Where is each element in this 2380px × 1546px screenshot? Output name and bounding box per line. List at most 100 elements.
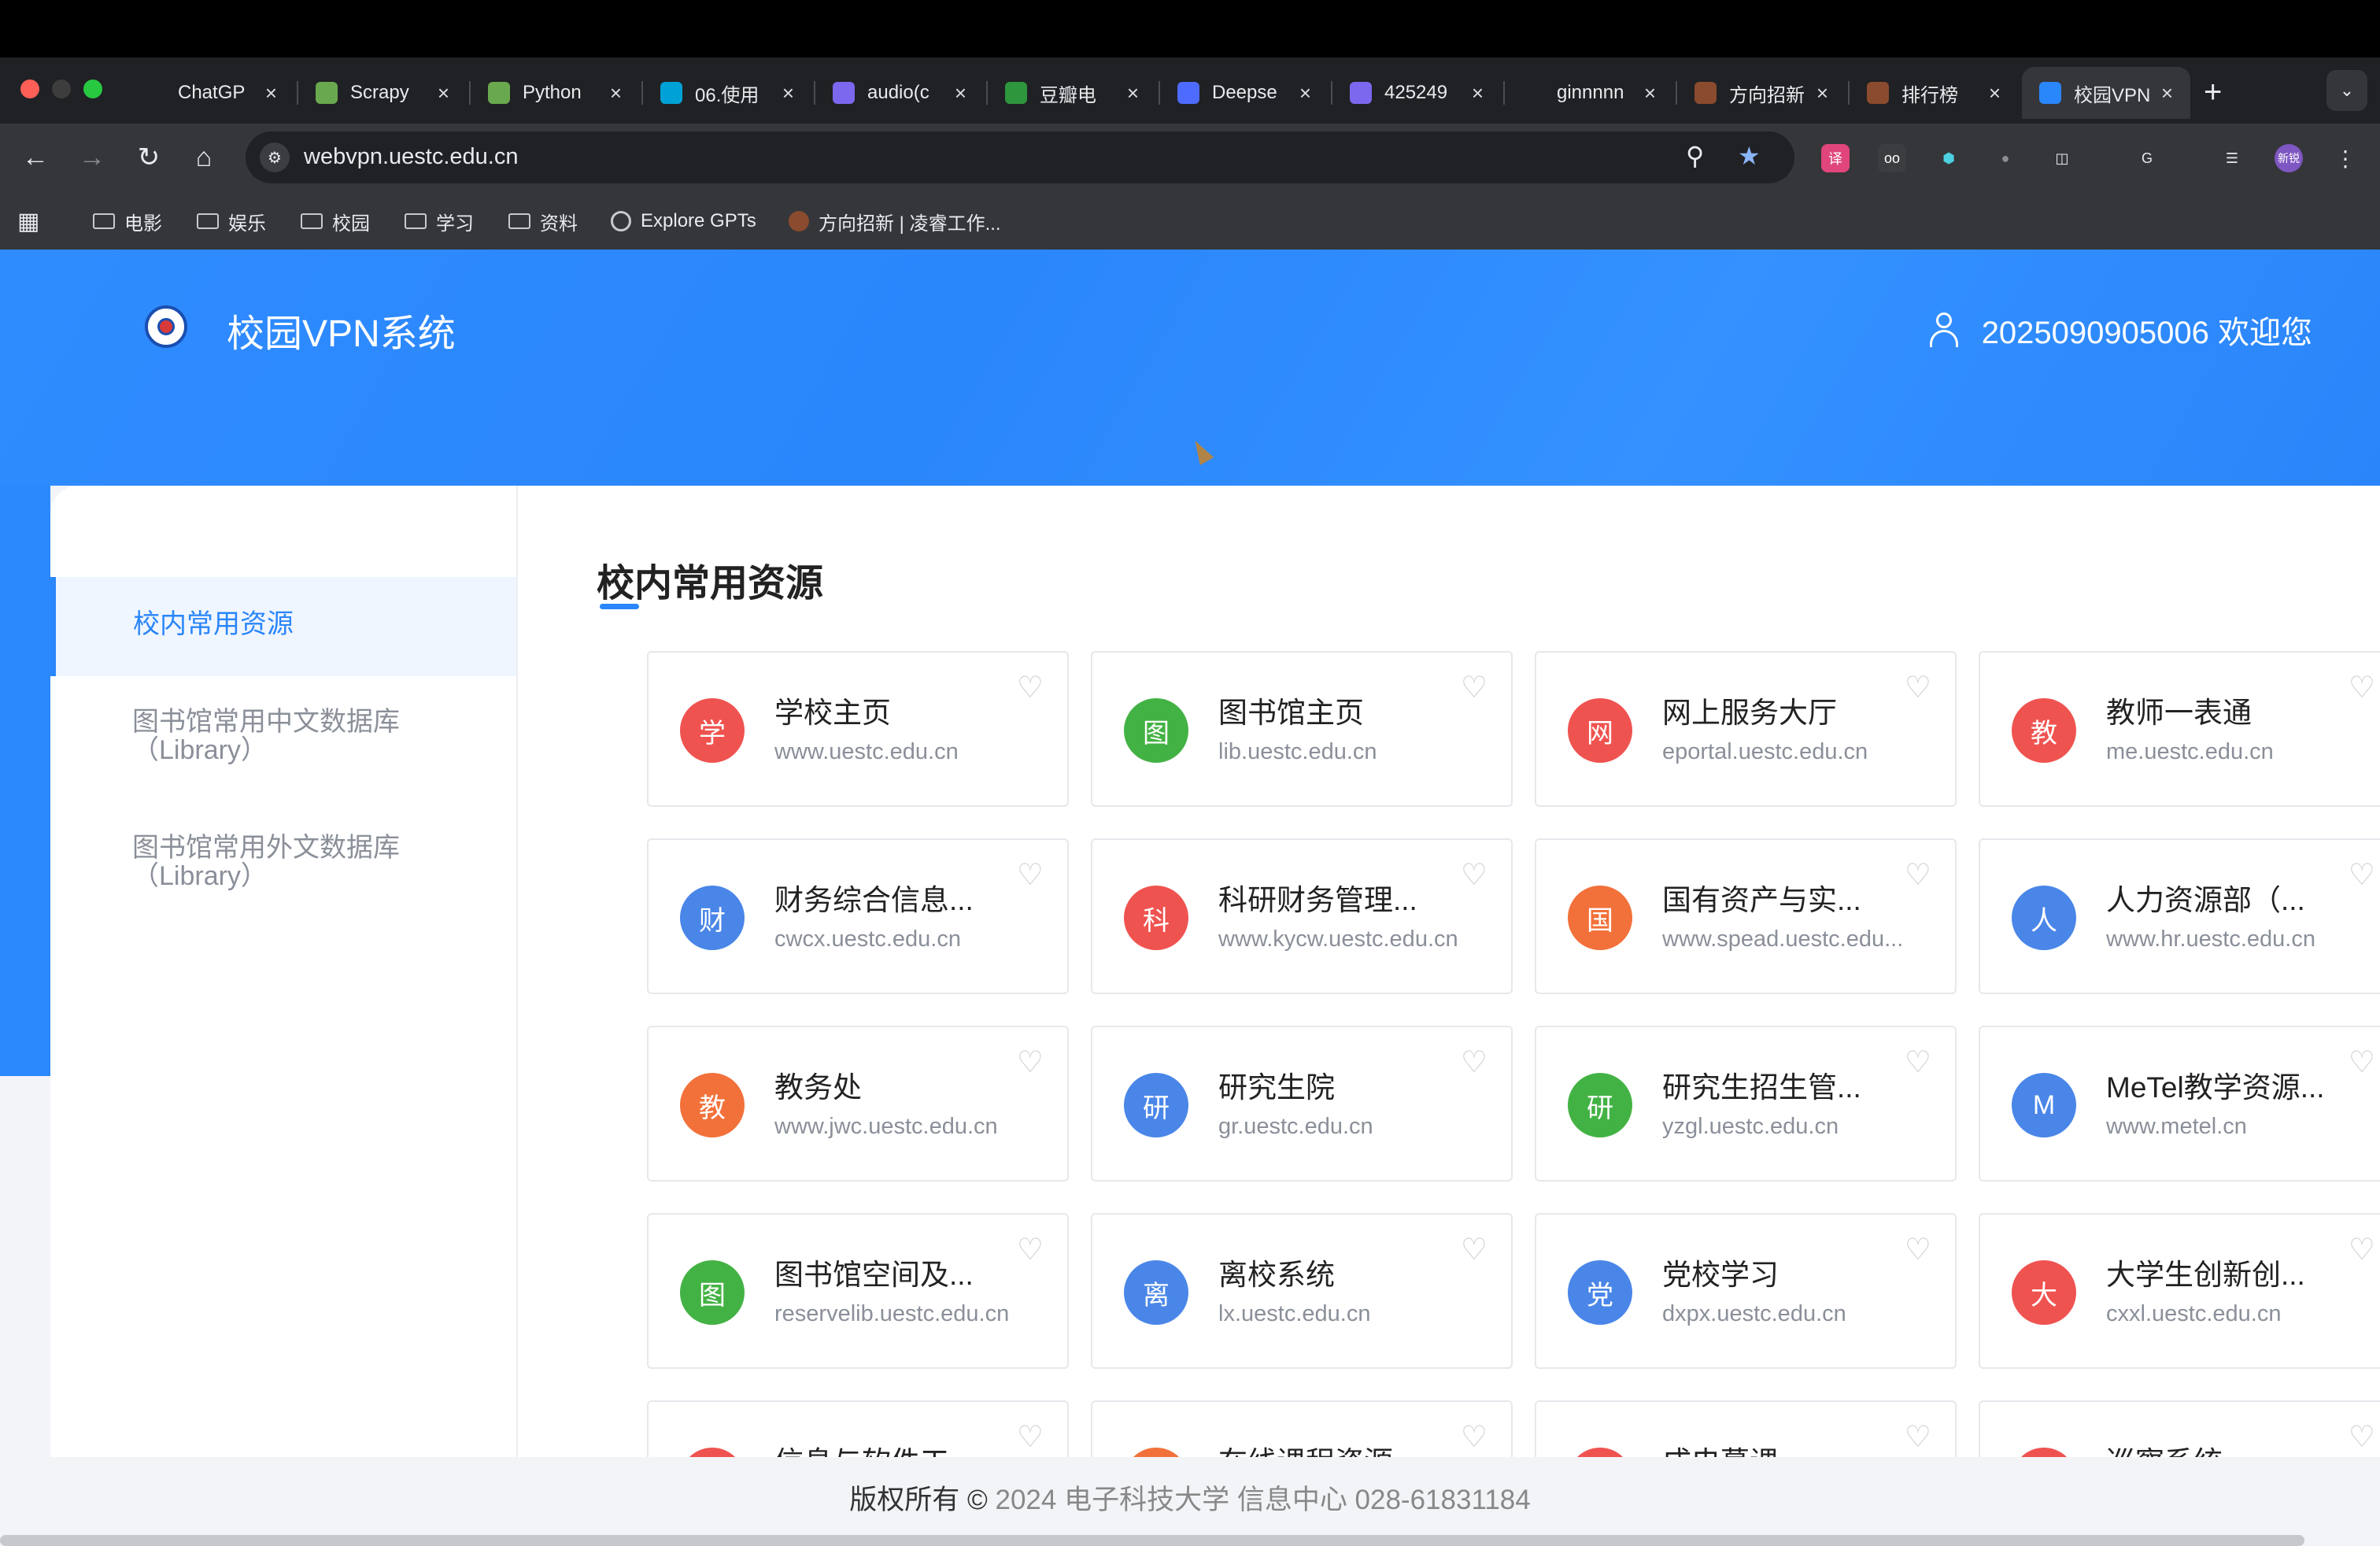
favorite-heart-icon[interactable]: ♡ <box>1461 857 1488 893</box>
home-icon[interactable]: ⌂ <box>184 138 224 177</box>
url-text[interactable]: webvpn.uestc.edu.cn <box>304 144 518 170</box>
close-window-button[interactable] <box>20 80 39 98</box>
favorite-heart-icon[interactable]: ♡ <box>1461 670 1488 705</box>
favorite-heart-icon[interactable]: ♡ <box>1461 1232 1488 1267</box>
profile-avatar[interactable]: 新锐 <box>2275 144 2303 172</box>
sidebar-item-common-resources[interactable]: 校内常用资源 <box>50 577 516 676</box>
hexagon-extension-icon[interactable]: ⬢ <box>1935 144 1963 172</box>
resource-card[interactable]: 教教师一表通 me.uestc.edu.cn ♡ <box>1979 651 2380 807</box>
forward-icon[interactable]: → <box>72 138 112 177</box>
resource-card[interactable]: 网网上服务大厅 eportal.uestc.edu.cn ♡ <box>1535 651 1957 807</box>
apps-grid-icon[interactable]: ▦ <box>17 207 39 235</box>
maximize-window-button[interactable] <box>83 80 102 98</box>
close-tab-icon[interactable]: × <box>2161 81 2173 105</box>
browser-tab[interactable]: audio(c × <box>815 67 984 119</box>
new-tab-button[interactable]: + <box>2204 75 2222 110</box>
resource-card[interactable]: 学学校主页 www.uestc.edu.cn ♡ <box>647 651 1069 807</box>
favorite-heart-icon[interactable]: ♡ <box>1905 1045 1931 1080</box>
favorite-heart-icon[interactable]: ♡ <box>1461 1419 1488 1455</box>
favorite-heart-icon[interactable]: ♡ <box>1461 1045 1488 1080</box>
resource-card[interactable]: 党党校学习 dxpx.uestc.edu.cn ♡ <box>1535 1213 1957 1369</box>
address-bar[interactable]: ⚙ webvpn.uestc.edu.cn ⚲ ★ <box>246 131 1794 183</box>
resource-card[interactable]: 信息与软件工♡ <box>647 1400 1069 1457</box>
favorite-heart-icon[interactable]: ♡ <box>2349 1232 2375 1267</box>
resource-card[interactable]: 图图书馆主页 lib.uestc.edu.cn ♡ <box>1091 651 1513 807</box>
resource-card[interactable]: 人人力资源部（... www.hr.uestc.edu.cn ♡ <box>1979 838 2380 994</box>
resource-card[interactable]: 教教务处 www.jwc.uestc.edu.cn ♡ <box>647 1026 1069 1182</box>
bookmark-star-icon[interactable]: ★ <box>1738 141 1761 171</box>
browser-tab[interactable]: Scrapy × <box>298 67 467 119</box>
resource-card[interactable]: 大大学生创新创... cxxl.uestc.edu.cn ♡ <box>1979 1213 2380 1369</box>
resource-card[interactable]: 巡察系统♡ <box>1979 1400 2380 1457</box>
resource-card[interactable]: 离离校系统 lx.uestc.edu.cn ♡ <box>1091 1213 1513 1369</box>
browser-tab[interactable]: 排行榜 × <box>1850 67 2018 119</box>
browser-tab[interactable]: 425249 × <box>1332 67 1501 119</box>
bookmark-fangxiang[interactable]: 方向招新 | 凌睿工作... <box>789 207 1001 235</box>
footer: 版权所有 © 2024 电子科技大学 信息中心 028-61831184 <box>0 1457 2380 1546</box>
bookmark-explore-gpts[interactable]: Explore GPTs <box>611 207 756 235</box>
favorite-heart-icon[interactable]: ♡ <box>1905 1232 1931 1267</box>
microphone-icon[interactable]: ● <box>1991 144 2020 172</box>
bookmark-folder[interactable]: 学习 <box>405 207 474 235</box>
favorite-heart-icon[interactable]: ♡ <box>1017 1045 1044 1080</box>
google-translate-icon[interactable]: G <box>2133 144 2161 172</box>
browser-tab[interactable]: ginnnnn × <box>1505 67 1673 119</box>
favorite-heart-icon[interactable]: ♡ <box>1905 670 1931 705</box>
back-icon[interactable]: ← <box>16 138 55 177</box>
resource-card[interactable]: 研研究生院 gr.uestc.edu.cn ♡ <box>1091 1026 1513 1182</box>
resource-card[interactable]: M MeTel教学资源... www.metel.cn ♡ <box>1979 1026 2380 1182</box>
close-tab-icon[interactable]: × <box>1127 81 1139 105</box>
browser-tab[interactable]: 校园VPN × <box>2022 67 2190 119</box>
favorite-heart-icon[interactable]: ♡ <box>1017 1232 1044 1267</box>
browser-tab[interactable]: 豆瓣电 × <box>988 67 1156 119</box>
favorite-heart-icon[interactable]: ♡ <box>1017 857 1044 893</box>
close-tab-icon[interactable]: × <box>1472 81 1484 105</box>
favorite-heart-icon[interactable]: ♡ <box>1905 1419 1931 1455</box>
bookmark-folder[interactable]: 资料 <box>508 207 578 235</box>
close-tab-icon[interactable]: × <box>1816 81 1828 105</box>
tab-search-button[interactable]: ⌄ <box>2326 70 2367 111</box>
close-tab-icon[interactable]: × <box>438 81 449 105</box>
resource-card[interactable]: 成电慕课♡ <box>1535 1400 1957 1457</box>
bookmark-folder[interactable]: 电影 <box>93 207 162 235</box>
browser-tab[interactable]: ChatGP × <box>126 67 294 119</box>
zoom-icon[interactable]: ⚲ <box>1686 141 1704 171</box>
close-tab-icon[interactable]: × <box>1299 81 1311 105</box>
chrome-menu-icon[interactable]: ⋮ <box>2331 144 2360 172</box>
resource-name: 大学生创新创... <box>2106 1259 2305 1291</box>
glasses-extension-icon[interactable]: oo <box>1878 144 1906 172</box>
favorite-heart-icon[interactable]: ♡ <box>1017 1419 1044 1455</box>
close-tab-icon[interactable]: × <box>1644 81 1656 105</box>
user-greeting[interactable]: 2025090905006 欢迎您 <box>1929 307 2312 353</box>
browser-tab[interactable]: 06.使用 × <box>643 67 811 119</box>
favorite-heart-icon[interactable]: ♡ <box>2349 670 2375 705</box>
browser-tab[interactable]: Deepse × <box>1160 67 1329 119</box>
favorite-heart-icon[interactable]: ♡ <box>2349 1045 2375 1080</box>
favorite-heart-icon[interactable]: ♡ <box>1017 670 1044 705</box>
close-tab-icon[interactable]: × <box>265 81 277 105</box>
close-tab-icon[interactable]: × <box>610 81 622 105</box>
resource-card[interactable]: 国国有资产与实... www.spead.uestc.edu... ♡ <box>1535 838 1957 994</box>
resource-card[interactable]: 财财务综合信息... cwcx.uestc.edu.cn ♡ <box>647 838 1069 994</box>
site-info-icon[interactable]: ⚙ <box>260 142 290 172</box>
bookmark-folder[interactable]: 娱乐 <box>197 207 266 235</box>
reload-icon[interactable]: ↻ <box>129 138 168 177</box>
close-tab-icon[interactable]: × <box>1989 81 2001 105</box>
close-tab-icon[interactable]: × <box>955 81 966 105</box>
resource-card[interactable]: 科科研财务管理... www.kycw.uestc.edu.cn ♡ <box>1091 838 1513 994</box>
translate-extension-icon[interactable]: 译 <box>1821 144 1850 172</box>
horizontal-scrollbar[interactable] <box>0 1535 2304 1546</box>
browser-tab[interactable]: Python × <box>471 67 639 119</box>
resource-card[interactable]: 研研究生招生管... yzgl.uestc.edu.cn ♡ <box>1535 1026 1957 1182</box>
resource-card[interactable]: 在线课程资源♡ <box>1091 1400 1513 1457</box>
minimize-window-button[interactable] <box>52 80 71 98</box>
favorite-heart-icon[interactable]: ♡ <box>2349 857 2375 893</box>
browser-tab[interactable]: 方向招新 × <box>1677 67 1846 119</box>
resource-card[interactable]: 图图书馆空间及... reservelib.uestc.edu.cn ♡ <box>647 1213 1069 1369</box>
favorite-heart-icon[interactable]: ♡ <box>1905 857 1931 893</box>
bookmark-folder[interactable]: 校园 <box>301 207 370 235</box>
media-control-icon[interactable]: ☰ <box>2218 144 2246 172</box>
close-tab-icon[interactable]: × <box>782 81 794 105</box>
extensions-puzzle-icon[interactable]: ◫ <box>2048 144 2076 172</box>
favorite-heart-icon[interactable]: ♡ <box>2349 1419 2375 1455</box>
